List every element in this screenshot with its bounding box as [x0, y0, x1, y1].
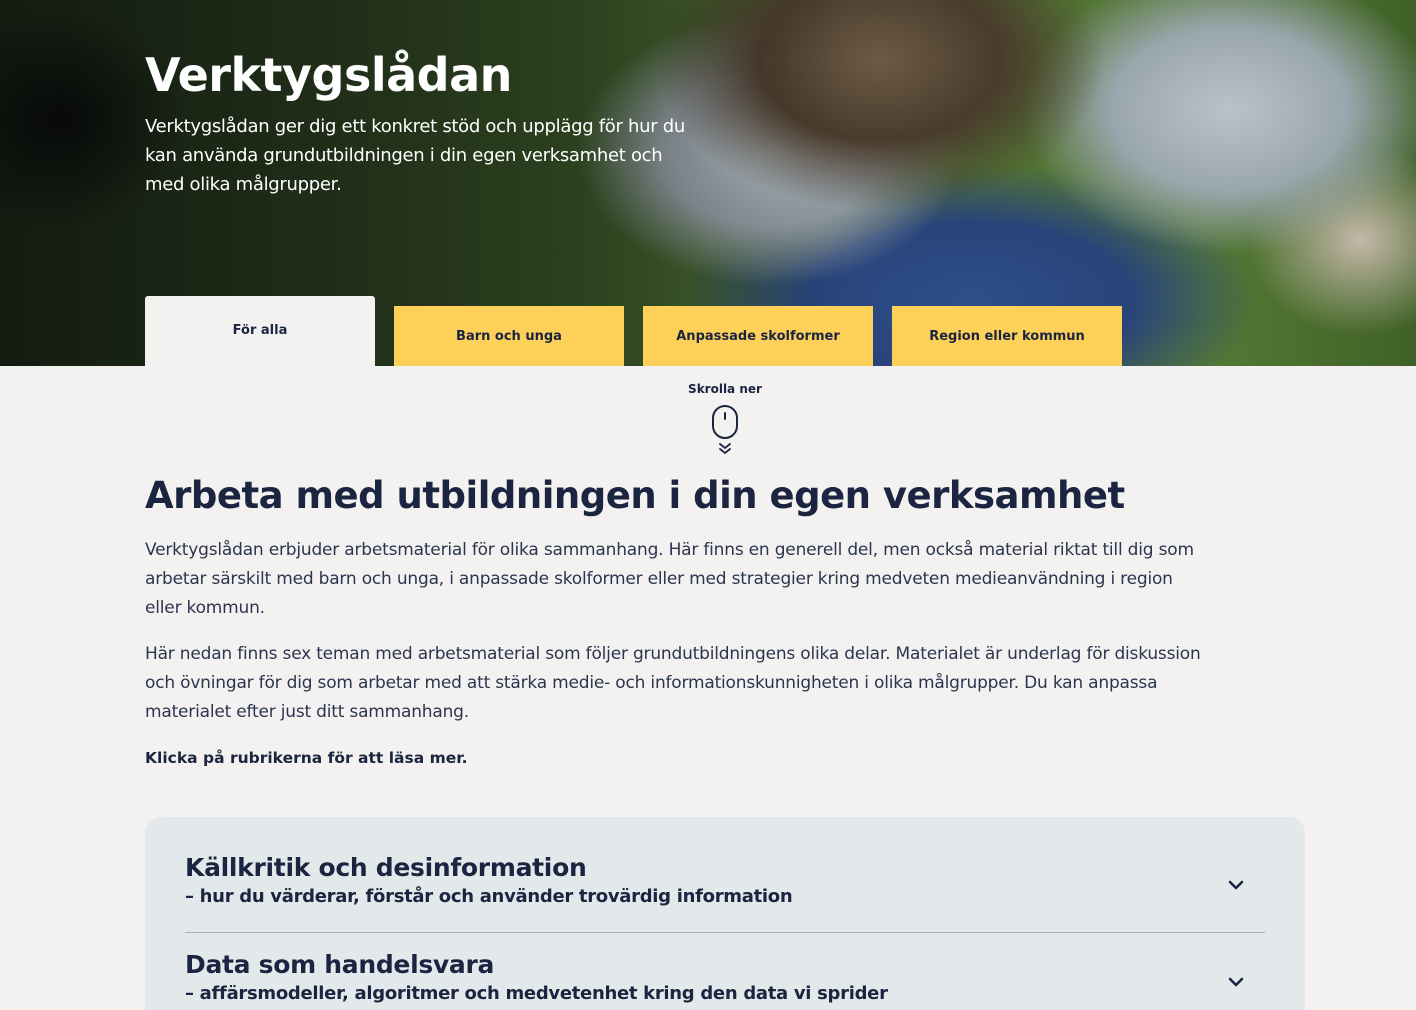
accordion-item-kallkritik[interactable]: Källkritik och desinformation – hur du v… [185, 853, 1265, 933]
click-instruction: Klicka på rubrikerna för att läsa mer. [145, 749, 468, 767]
hero-title: Verktygslådan [145, 48, 512, 102]
scroll-down-label: Skrolla ner [688, 382, 762, 396]
tab-region-eller-kommun[interactable]: Region eller kommun [892, 306, 1122, 366]
mouse-scroll-icon [712, 405, 738, 455]
scroll-down-indicator[interactable]: Skrolla ner [675, 382, 775, 458]
chevron-down-icon[interactable] [1227, 879, 1245, 891]
chevron-down-icon[interactable] [1227, 976, 1245, 988]
accordion-item-data-som-handelsvara[interactable]: Data som handelsvara – affärsmodeller, a… [185, 950, 1265, 1010]
accordion-item-title: Källkritik och desinformation [185, 853, 587, 882]
accordion-item-title: Data som handelsvara [185, 950, 495, 979]
tab-anpassade-skolformer[interactable]: Anpassade skolformer [643, 306, 873, 366]
intro-paragraph-2: Här nedan finns sex teman med arbetsmate… [145, 644, 1201, 722]
hero-banner: Verktygslådan Verktygslådan ger dig ett … [0, 0, 1416, 366]
intro-paragraph-1: Verktygslådan erbjuder arbetsmaterial fö… [145, 540, 1194, 618]
hero-description: Verktygslådan ger dig ett konkret stöd o… [145, 116, 685, 195]
tab-for-alla[interactable]: För alla [145, 296, 375, 366]
accordion-item-subtitle: – affärsmodeller, algoritmer och medvete… [185, 983, 888, 1004]
tab-barn-och-unga[interactable]: Barn och unga [394, 306, 624, 366]
accordion-item-subtitle: – hur du värderar, förstår och använder … [185, 886, 793, 907]
themes-accordion: Källkritik och desinformation – hur du v… [145, 817, 1305, 1010]
section-title: Arbeta med utbildningen i din egen verks… [145, 474, 1125, 517]
